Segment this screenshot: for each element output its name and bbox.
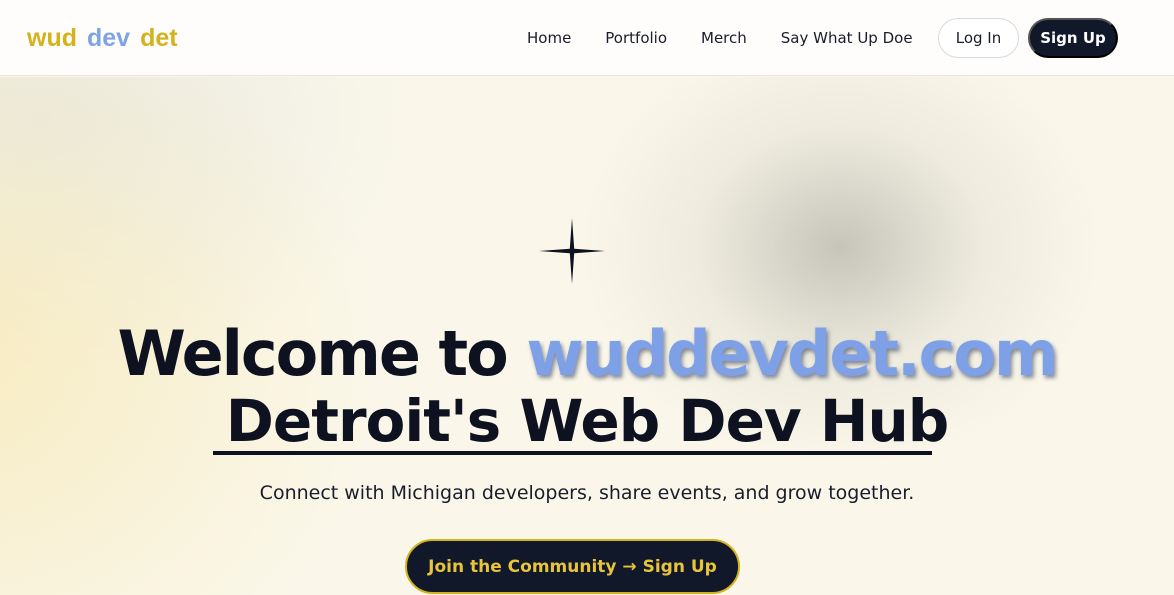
top-navbar: wud dev det Home Portfolio Merch Say Wha… [0,0,1174,76]
hero-title-highlight: wuddevdet.com [526,317,1058,390]
site-logo[interactable]: wud dev det [27,24,178,53]
nav-link-home[interactable]: Home [527,29,571,47]
hero-title-prefix: Welcome to [117,317,527,390]
signup-button[interactable]: Sign Up [1028,18,1118,58]
nav-link-say-what-up-doe[interactable]: Say What Up Doe [781,29,913,47]
hero-section: Welcome to wuddevdet.com Detroit's Web D… [0,77,1174,595]
nav-link-portfolio[interactable]: Portfolio [605,29,667,47]
logo-part-wud: wud [27,24,77,52]
hero-title-line2: Detroit's Web Dev Hub [225,387,950,455]
hero-title-line1: Welcome to wuddevdet.com [0,317,1174,390]
login-button[interactable]: Log In [938,18,1019,58]
join-community-button[interactable]: Join the Community → Sign Up [405,539,740,594]
main-nav: Home Portfolio Merch Say What Up Doe [510,0,930,76]
nav-link-merch[interactable]: Merch [701,29,747,47]
logo-part-dev: dev [87,24,131,52]
logo-part-det: det [140,24,178,52]
title-underline [213,451,932,455]
four-point-star-icon [539,218,605,284]
hero-subtitle: Connect with Michigan developers, share … [259,482,915,504]
